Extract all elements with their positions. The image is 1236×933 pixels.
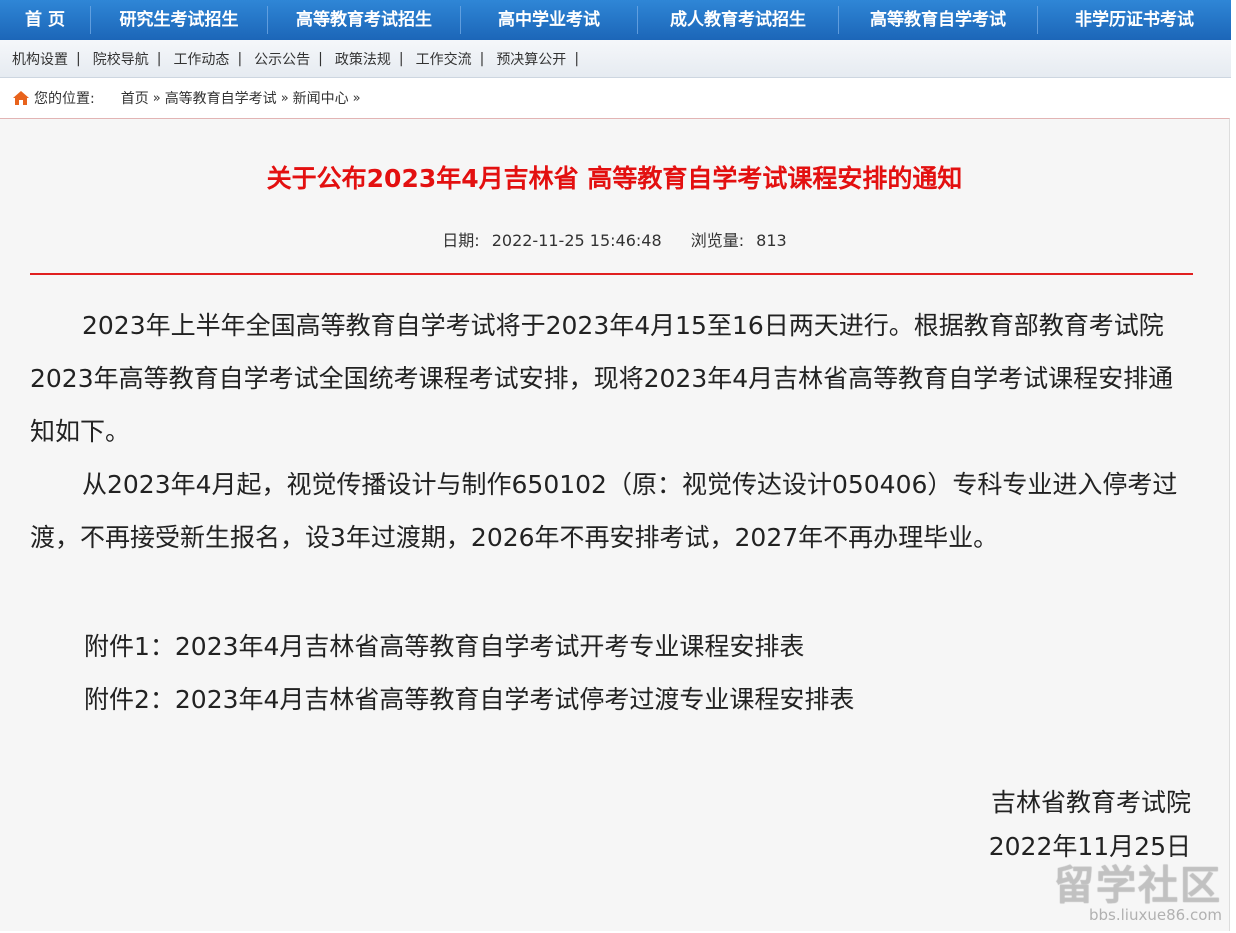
views-label: 浏览量: 813 — [685, 231, 793, 250]
article-meta: 日期: 2022-11-25 15:46:48 浏览量: 813 — [0, 227, 1229, 251]
watermark-logo: 留学社区 bbs.liuxue86.com — [1054, 865, 1222, 923]
subnav-item-exchange[interactable]: 工作交流 — [404, 49, 480, 69]
article-title: 关于公布2023年4月吉林省 高等教育自学考试课程安排的通知 — [266, 164, 963, 193]
nav-item-adult-education[interactable]: 成人教育考试招生 — [638, 0, 838, 40]
home-icon — [12, 90, 30, 106]
sub-navigation: 机构设置 | 院校导航 | 工作动态 | 公示公告 | 政策法规 | 工作交流 | 预决算公… — [0, 40, 1231, 78]
watermark-text: 留学社区 — [1054, 863, 1222, 909]
views-label-text: 浏览量: — [690, 231, 745, 250]
article-paragraph-1: 2023年上半年全国高等教育自学考试将于2023年4月15至16日两天进行。根据… — [30, 311, 1174, 446]
article-container: 关于公布2023年4月吉林省 高等教育自学考试课程安排的通知 日期: 2022-1… — [0, 118, 1230, 931]
date-label-text: 日期: — [442, 231, 480, 250]
attachment-link-2[interactable]: 附件2：2023年4月吉林省高等教育自学考试停考过渡专业课程安排表 — [84, 680, 854, 716]
subnav-item-policy[interactable]: 政策法规 — [323, 49, 399, 69]
breadcrumb: 您的位置: 首页 » 高等教育自学考试 » 新闻中心 » — [0, 78, 1231, 118]
attachment-link-1[interactable]: 附件1：2023年4月吉林省高等教育自学考试开考专业课程安排表 — [84, 627, 804, 663]
watermark-url: bbs.liuxue86.com — [1089, 906, 1222, 924]
date-value: 2022-11-25 15:46:48 — [491, 231, 662, 250]
signature-organization: 吉林省教育考试院 — [990, 788, 1191, 817]
top-navigation: 首 页 研究生考试招生 高等教育考试招生 高中学业考试 成人教育考试招生 高等教… — [0, 0, 1231, 40]
article-paragraph-2: 从2023年4月起，视觉传播设计与制作650102（原：视觉传达设计050406… — [30, 470, 1178, 552]
nav-item-home[interactable]: 首 页 — [0, 0, 90, 40]
breadcrumb-separator-icon: » — [152, 90, 161, 106]
title-divider — [30, 273, 1193, 275]
breadcrumb-news-center[interactable]: 新闻中心 — [293, 88, 349, 108]
subnav-item-work-news[interactable]: 工作动态 — [161, 49, 237, 69]
breadcrumb-home[interactable]: 首页 — [121, 88, 149, 108]
subnav-item-school-nav[interactable]: 院校导航 — [81, 49, 157, 69]
breadcrumb-separator-icon: » — [352, 90, 361, 106]
nav-item-college-entrance[interactable]: 高等教育考试招生 — [268, 0, 460, 40]
date-label: 日期: 2022-11-25 15:46:48 — [436, 231, 667, 250]
subnav-item-budget[interactable]: 预决算公开 — [484, 49, 574, 69]
subnav-item-announcements[interactable]: 公示公告 — [242, 49, 318, 69]
nav-item-self-study[interactable]: 高等教育自学考试 — [839, 0, 1037, 40]
views-value: 813 — [756, 231, 787, 250]
breadcrumb-self-study[interactable]: 高等教育自学考试 — [165, 88, 277, 108]
nav-item-certificate[interactable]: 非学历证书考试 — [1038, 0, 1231, 40]
subnav-divider: | — [574, 50, 580, 67]
signature-date: 2022年11月25日 — [988, 832, 1191, 861]
nav-item-highschool[interactable]: 高中学业考试 — [461, 0, 637, 40]
subnav-item-organization[interactable]: 机构设置 — [0, 49, 76, 69]
breadcrumb-prefix: 您的位置: — [34, 91, 95, 107]
nav-item-graduate[interactable]: 研究生考试招生 — [91, 0, 267, 40]
breadcrumb-separator-icon: » — [280, 90, 289, 106]
